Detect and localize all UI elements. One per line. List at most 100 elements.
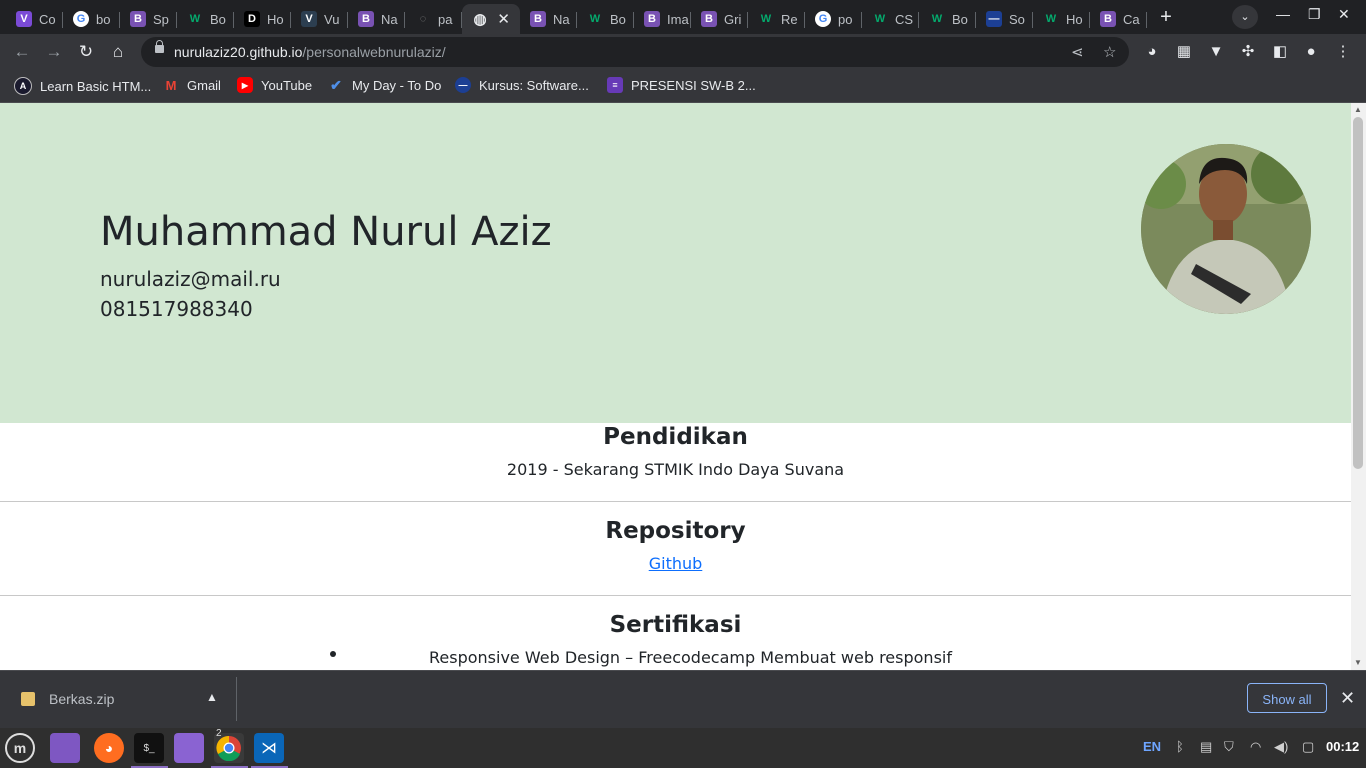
browser-tab[interactable]: B Na [348, 4, 405, 34]
reload-button[interactable]: ↻ [75, 41, 97, 63]
browser-tab[interactable]: B Ima [634, 4, 691, 34]
url-path: /personalwebnurulaziz/ [302, 44, 446, 60]
education-text: 2019 - Sekarang STMIK Indo Daya Suvana [506, 460, 845, 479]
forward-button[interactable]: → [43, 41, 65, 63]
w3schools-icon: W [931, 13, 943, 25]
side-panel-icon[interactable]: ◧ [1271, 43, 1289, 61]
browser-tab[interactable]: V Co [6, 4, 63, 34]
menu-kebab-icon[interactable]: ⋮ [1334, 43, 1352, 61]
bookmark-label: Kursus: Software... [479, 77, 589, 93]
back-button[interactable]: ← [11, 41, 33, 63]
chevron-up-icon[interactable]: ▲ [206, 690, 218, 704]
bluetooth-icon[interactable]: ᛒ [1176, 739, 1184, 754]
profile-photo [1141, 144, 1311, 314]
browser-tab[interactable]: B Ca [1090, 4, 1147, 34]
tab-label: Bo [210, 11, 226, 27]
browser-tab[interactable]: ◌ pa [405, 4, 462, 34]
files-folder-icon[interactable] [50, 733, 80, 763]
restore-icon[interactable]: ❐ [1308, 6, 1321, 23]
scroll-up-icon[interactable]: ▲ [1354, 105, 1362, 114]
tab-label: Vu [324, 11, 340, 27]
bookmark-label: My Day - To Do [352, 77, 442, 93]
lock-icon[interactable] [155, 40, 164, 53]
profile-email: nurulaziz@mail.ru [100, 267, 281, 291]
browser-tab[interactable]: W Bo [577, 4, 634, 34]
shield-icon[interactable]: ⛉ [1224, 739, 1234, 755]
extensions-puzzle-icon[interactable]: ✣ [1239, 43, 1257, 61]
bookmarks-bar: A Learn Basic HTM... M Gmail ▶ YouTube ✔ My … [0, 70, 1366, 103]
bookmark-gmail[interactable]: M Gmail [163, 77, 221, 93]
divider [0, 595, 1351, 596]
folder-icon[interactable] [174, 733, 204, 763]
browser-tab[interactable]: V Vu [291, 4, 348, 34]
browser-tab[interactable]: W Bo [177, 4, 234, 34]
vscode-icon[interactable]: ⋊ [254, 733, 284, 763]
vue-icon: V [301, 11, 317, 27]
browser-tab[interactable]: — So [976, 4, 1033, 34]
terminal-icon[interactable]: $_ [134, 733, 164, 763]
github-link[interactable]: Github [649, 554, 703, 573]
bookmark-presensi[interactable]: ≡ PRESENSI SW-B 2... [607, 77, 756, 93]
browser-tab[interactable]: Gpo [805, 4, 862, 34]
volume-icon[interactable]: ◀) [1274, 739, 1288, 755]
w3schools-icon: W [1045, 13, 1057, 25]
forms-icon: ≡ [607, 77, 623, 93]
browser-tab[interactable]: W CS [862, 4, 919, 34]
address-bar[interactable]: nurulaziz20.github.io/personalwebnurulaz… [141, 37, 1129, 67]
bootstrap-icon: B [701, 11, 717, 27]
bookmark-youtube[interactable]: ▶ YouTube [237, 77, 312, 93]
browser-tab[interactable]: B Na [520, 4, 577, 34]
bookmark-kursus[interactable]: — Kursus: Software... [455, 77, 589, 93]
bookmark-todo[interactable]: ✔ My Day - To Do [328, 77, 441, 93]
dev-icon: D [244, 11, 260, 27]
download-bar: Berkas.zip ▲ Show all ✕ [0, 670, 1366, 729]
os-taskbar: m ◕ $_ 2 ⋊ EN ᛒ ▤ ⛉ ◠ ◀) ▢ 00:12 [0, 728, 1366, 768]
mint-menu-icon[interactable]: m [5, 733, 35, 763]
bookmark-star-icon[interactable]: ☆ [1103, 43, 1116, 61]
browser-tab[interactable]: W Ho [1033, 4, 1090, 34]
wifi-icon[interactable]: ◠ [1250, 739, 1261, 755]
qr-code-icon[interactable]: ▦ [1175, 43, 1193, 61]
browser-tab[interactable]: D Ho [234, 4, 291, 34]
show-all-button[interactable]: Show all [1247, 683, 1327, 713]
close-window-icon[interactable]: ✕ [1338, 6, 1350, 23]
url-text[interactable]: nurulaziz20.github.io/personalwebnurulaz… [174, 44, 446, 60]
home-button[interactable]: ⌂ [107, 41, 129, 63]
tab-search-button[interactable]: ⌄ [1232, 5, 1258, 29]
divider [0, 501, 1351, 502]
notes-icon[interactable]: ▢ [1302, 739, 1314, 755]
zip-file-icon [21, 692, 35, 706]
new-tab-button[interactable]: + [1153, 5, 1179, 29]
extension-avatar-icon[interactable]: ◕ [1143, 43, 1161, 61]
browser-tab[interactable]: W Re [748, 4, 805, 34]
close-tab-icon[interactable]: ✕ [497, 10, 510, 28]
minimize-icon[interactable]: — [1276, 6, 1290, 22]
scroll-thumb[interactable] [1353, 117, 1363, 469]
profile-avatar[interactable]: ● [1302, 43, 1320, 61]
web-page: Muhammad Nurul Aziz nurulaziz@mail.ru 08… [0, 103, 1351, 670]
clipboard-icon[interactable]: ▤ [1200, 739, 1212, 755]
close-download-bar-icon[interactable]: ✕ [1340, 688, 1355, 709]
vue-devtools-icon[interactable]: ▼ [1207, 43, 1225, 61]
tab-label: Co [39, 11, 56, 27]
google-icon: G [815, 11, 831, 27]
download-filename[interactable]: Berkas.zip [49, 691, 114, 707]
bookmark-label: Gmail [187, 77, 221, 93]
tab-label: Ima [667, 11, 689, 27]
browser-tab[interactable]: B Sp [120, 4, 177, 34]
keyboard-layout[interactable]: EN [1143, 739, 1161, 754]
share-icon[interactable]: ⋖ [1071, 43, 1084, 61]
firefox-icon[interactable]: ◕ [94, 733, 124, 763]
scroll-down-icon[interactable]: ▼ [1354, 658, 1362, 667]
browser-tab[interactable]: B Gri [691, 4, 748, 34]
browser-tab[interactable]: ◍ ✕ [462, 4, 520, 34]
url-host: nurulaziz20.github.io [174, 44, 303, 60]
learn-icon: A [14, 77, 32, 95]
tab-separator [1146, 12, 1147, 28]
browser-tab[interactable]: W Bo [919, 4, 976, 34]
page-scrollbar[interactable]: ▲ ▼ [1351, 103, 1366, 670]
clock[interactable]: 00:12 [1326, 739, 1359, 754]
tab-label: So [1009, 11, 1025, 27]
bookmark-learn-html[interactable]: A Learn Basic HTM... [14, 77, 151, 95]
browser-tab[interactable]: Gbo [63, 4, 120, 34]
